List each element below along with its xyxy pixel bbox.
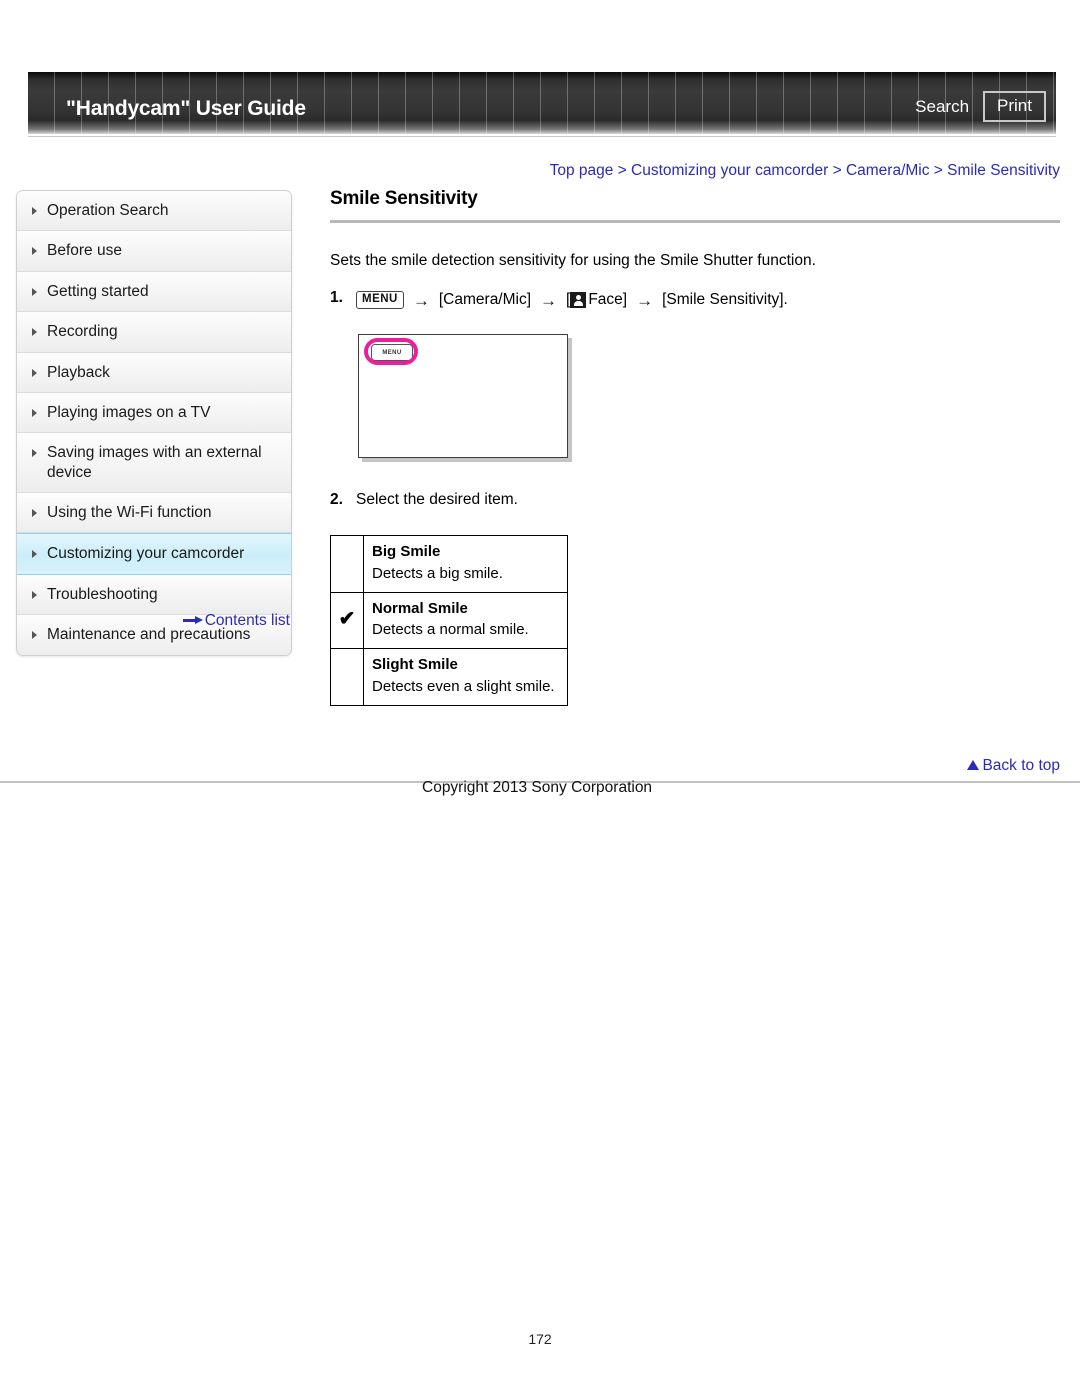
option-name: Big Smile [372,543,441,561]
table-row[interactable]: ✔ Normal Smile Detects a normal smile. [330,591,568,650]
step-2-body: Select the desired item. [356,491,518,509]
option-name: Slight Smile [372,656,458,674]
step-1-number: 1. [330,289,343,307]
sidebar-item-label: Playing images on a TV [47,403,211,421]
menu-button-chip[interactable]: MENU [356,291,404,309]
triangle-right-icon [32,207,37,215]
table-row[interactable]: Slight Smile Detects even a slight smile… [330,648,568,706]
sidebar-item-getting-started[interactable]: Getting started [17,271,291,313]
app-title: "Handycam" User Guide [66,97,306,120]
step-2-number: 2. [330,491,343,509]
print-button[interactable]: Print [983,91,1046,122]
search-link[interactable]: Search [915,97,969,117]
option-description: Detects a big smile. [372,564,503,582]
sidebar-item-label: Operation Search [47,202,169,219]
sidebar-item-playing-images-on-a-tv[interactable]: Playing images on a TV [17,392,291,434]
contents-list-label: Contents list [204,612,290,629]
step-1: 1. MENU → [Camera/Mic] → [ Face] → [Smil… [330,286,1060,312]
copyright-text: Copyright 2013 Sony Corporation [422,779,653,796]
header-actions: Search Print [915,91,1046,122]
contents-list-link[interactable]: Contents list [16,612,290,630]
camcorder-screen-mockup: MENU [358,334,568,459]
arrow-right-glyph-icon: → [636,290,654,310]
triangle-right-icon [32,408,37,417]
sidebar-item-label: Customizing your camcorder [47,545,245,563]
triangle-right-icon [32,328,37,337]
arrow-right-icon [182,616,203,624]
page-number: 172 [528,1331,552,1347]
options-table: Big Smile Detects a big smile. ✔ Normal … [330,535,568,706]
sidebar-nav: Operation Search Before use Getting star… [16,190,292,656]
arrow-right-glyph-icon: → [412,290,430,310]
sidebar-item-using-the-wifi-function[interactable]: Using the Wi-Fi function [17,493,291,534]
sidebar-item-label: Before use [47,242,122,260]
menu-highlight-ring [364,338,418,366]
sidebar-item-label: Troubleshooting [47,585,158,603]
sidebar-item-playback[interactable]: Playback [17,352,291,393]
intro-paragraph: Sets the smile detection sensitivity for… [330,252,816,269]
triangle-up-icon [967,760,980,770]
page-header: "Handycam" User Guide Search Print [0,72,1056,134]
step-1-face-label: Face] [588,290,628,308]
sidebar-item-recording[interactable]: Recording [17,312,291,353]
sidebar-item-label: Using the Wi-Fi function [47,504,212,521]
triangle-right-icon [32,509,37,517]
option-check-cell [330,535,364,593]
arrow-right-glyph-icon: → [540,290,558,310]
header-bar: "Handycam" User Guide Search Print [28,72,1056,134]
sidebar-item-label: Recording [47,323,118,341]
sidebar-item-saving-images-external-device[interactable]: Saving images with an external device [17,433,291,493]
face-icon [570,292,587,309]
option-description: Detects even a slight smile. [372,677,555,695]
checkmark-icon: ✔ [338,608,356,631]
sidebar-item-operation-search[interactable]: Operation Search [17,191,291,232]
sidebar-item-label: Saving images with an external device [47,444,262,481]
sidebar-item-before-use[interactable]: Before use [17,231,291,272]
sidebar-item-customizing-your-camcorder[interactable]: Customizing your camcorder [17,533,291,575]
option-text-cell: Normal Smile Detects a normal smile. [363,591,568,650]
back-to-top-label: Back to top [982,757,1060,774]
step-2: 2. Select the desired item. [330,488,1060,513]
triangle-right-icon [32,368,37,377]
sidebar-item-label: Getting started [47,282,149,300]
page-title: Smile Sensitivity [330,188,478,209]
step-1-camera-mic: [Camera/Mic] [438,290,532,308]
triangle-right-icon [32,550,37,559]
option-description: Detects a normal smile. [372,621,529,639]
header-divider [28,136,1056,137]
breadcrumb[interactable]: Top page > Customizing your camcorder > … [0,162,1060,180]
option-text-cell: Slight Smile Detects even a slight smile… [363,648,568,706]
triangle-right-icon [32,631,37,640]
sidebar-item-troubleshooting[interactable]: Troubleshooting [17,574,291,616]
triangle-right-icon [32,287,37,296]
back-to-top-link[interactable]: Back to top [0,757,1060,775]
option-name: Normal Smile [372,599,468,617]
step-1-body: MENU → [Camera/Mic] → [ Face] → [Smile S… [356,288,788,313]
main-content: Smile Sensitivity Sets the smile detecti… [330,188,1060,706]
option-text-cell: Big Smile Detects a big smile. [363,535,568,593]
option-check-cell: ✔ [330,591,364,650]
sidebar-item-label: Playback [47,363,110,381]
table-row[interactable]: Big Smile Detects a big smile. [330,535,568,593]
triangle-right-icon [32,449,37,458]
triangle-right-icon [32,247,37,256]
step-1-smile-sensitivity: [Smile Sensitivity]. [662,290,788,308]
option-check-cell [330,648,364,706]
triangle-right-icon [32,590,37,599]
title-divider [330,220,1060,223]
